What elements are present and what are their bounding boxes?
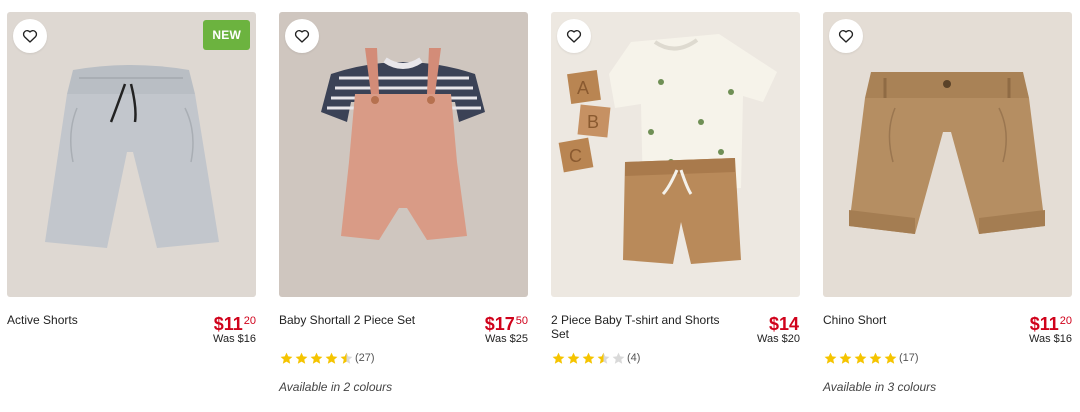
review-count: (17): [899, 352, 919, 364]
product-card-chino-short[interactable]: Chino Short $1120 Was $16 (17) Available…: [823, 12, 1072, 394]
price: $1120 Was $16: [1029, 312, 1072, 345]
current-price: $1120: [1029, 312, 1072, 333]
product-name[interactable]: 2 Piece Baby T-shirt and Shorts Set: [551, 313, 736, 341]
star-icon: [854, 352, 867, 364]
svg-text:B: B: [587, 112, 599, 132]
review-count: (4): [627, 352, 641, 364]
svg-text:A: A: [577, 78, 589, 98]
product-card-tshirt-shorts-set[interactable]: A B C 2 Piece Baby T-shirt and Shorts Se…: [551, 12, 800, 366]
product-image[interactable]: [823, 12, 1072, 297]
heart-icon: [22, 29, 38, 43]
rating[interactable]: (4): [551, 350, 800, 366]
product-card-active-shorts[interactable]: NEW Active Shorts $1120 Was $16: [7, 12, 256, 345]
grey-shorts-image: [45, 65, 219, 248]
star-icon: [597, 352, 610, 364]
was-price: Was $16: [1028, 333, 1072, 345]
wishlist-heart-button[interactable]: [285, 19, 319, 53]
rating[interactable]: (17): [823, 350, 1072, 366]
price-cents: 20: [1059, 315, 1072, 327]
price: $1750 Was $25: [485, 312, 528, 345]
heart-icon: [838, 29, 854, 43]
heart-icon: [294, 29, 310, 43]
price-dollars: $17: [484, 314, 515, 334]
colour-availability: Available in 2 colours: [279, 380, 393, 394]
price-dollars: $14: [768, 314, 799, 334]
star-icon: [582, 352, 595, 364]
colour-availability: Available in 3 colours: [823, 380, 937, 394]
product-name[interactable]: Active Shorts: [7, 313, 78, 327]
product-name[interactable]: Baby Shortall 2 Piece Set: [279, 313, 415, 327]
star-icon: [280, 352, 293, 364]
was-price: Was $16: [212, 333, 256, 345]
product-card-baby-shortall[interactable]: Baby Shortall 2 Piece Set $1750 Was $25 …: [279, 12, 528, 394]
product-image[interactable]: NEW: [7, 12, 256, 297]
product-name[interactable]: Chino Short: [823, 313, 886, 327]
tshirt-shorts-set-image: A B C: [558, 34, 777, 264]
rating[interactable]: (27): [279, 350, 528, 366]
price-dollars: $11: [1029, 314, 1059, 334]
star-icon: [612, 352, 625, 364]
star-icon: [824, 352, 837, 364]
star-icon: [839, 352, 852, 364]
wishlist-heart-button[interactable]: [13, 19, 47, 53]
product-image[interactable]: A B C: [551, 12, 800, 297]
wishlist-heart-button[interactable]: [557, 19, 591, 53]
star-icon: [340, 352, 353, 364]
star-icon: [884, 352, 897, 364]
star-icon: [325, 352, 338, 364]
price-cents: 50: [515, 315, 528, 327]
star-icon: [310, 352, 323, 364]
price-dollars: $11: [213, 314, 243, 334]
was-price: Was $20: [756, 333, 800, 345]
price: $14 Was $20: [757, 312, 800, 345]
current-price: $1120: [213, 312, 256, 333]
star-icon: [869, 352, 882, 364]
star-rating: [823, 351, 898, 366]
product-image[interactable]: [279, 12, 528, 297]
star-icon: [295, 352, 308, 364]
review-count: (27): [355, 352, 375, 364]
star-rating: [551, 351, 626, 366]
svg-text:C: C: [569, 146, 582, 166]
chino-shorts-image: [849, 72, 1045, 234]
current-price: $1750: [485, 312, 528, 333]
new-badge: NEW: [203, 20, 250, 50]
star-rating: [279, 351, 354, 366]
price: $1120 Was $16: [213, 312, 256, 345]
current-price: $14: [757, 312, 800, 333]
star-icon: [567, 352, 580, 364]
star-icon: [552, 352, 565, 364]
shortall-set-image: [321, 48, 485, 240]
heart-icon: [566, 29, 582, 43]
wishlist-heart-button[interactable]: [829, 19, 863, 53]
was-price: Was $25: [484, 333, 528, 345]
price-cents: 20: [243, 315, 256, 327]
